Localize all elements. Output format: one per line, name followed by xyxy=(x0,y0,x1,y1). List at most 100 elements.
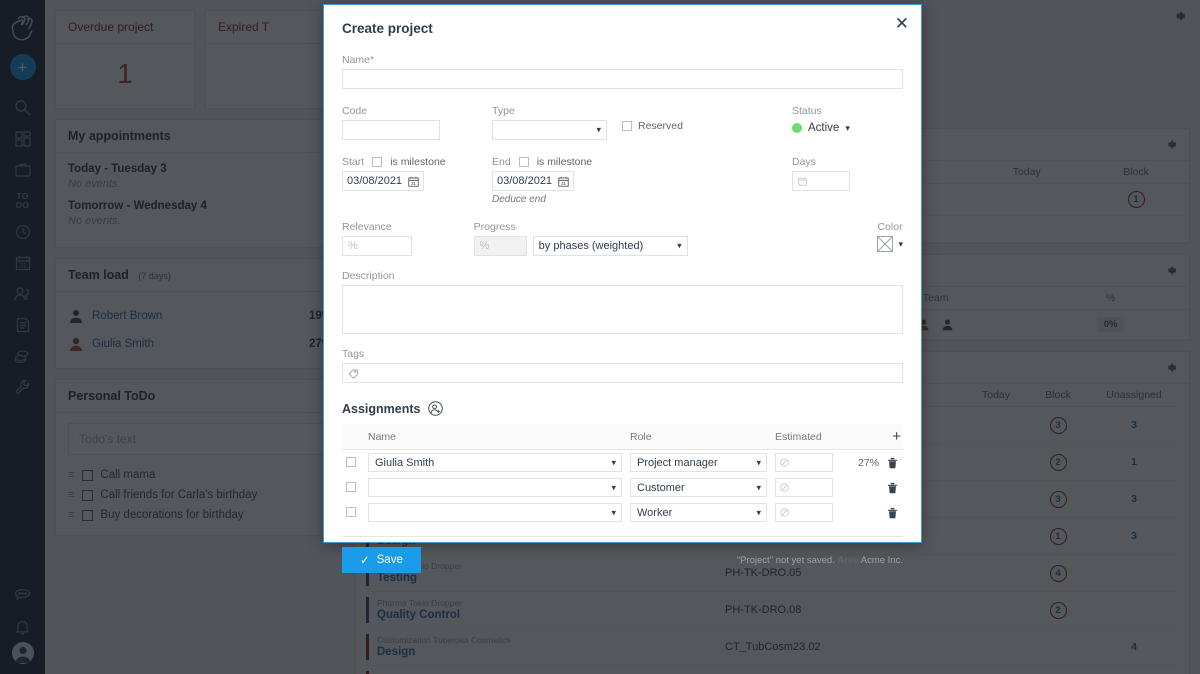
assignment-role-select[interactable]: Customer ▾ xyxy=(630,478,767,497)
assignment-role-cell: Project manager ▾ xyxy=(626,450,771,476)
type-label: Type xyxy=(492,105,607,117)
assignment-role-select[interactable]: Worker ▾ xyxy=(630,503,767,522)
assignment-name-cell: ▾ xyxy=(364,475,626,500)
assignment-role-value: Project manager xyxy=(637,457,718,469)
progress-field-group: Progress % by phases (weighted) ▾ xyxy=(474,221,878,256)
add-assignment-row-button[interactable]: + xyxy=(883,424,903,450)
close-icon[interactable]: ✕ xyxy=(895,15,909,32)
area-value: Acme Inc. xyxy=(861,555,903,566)
relevance-field-group: Relevance % xyxy=(342,221,474,256)
create-project-dialog: Create project ✕ Name* Code Type ▾ Reser… xyxy=(323,4,922,543)
add-person-icon[interactable] xyxy=(428,401,443,416)
color-select[interactable]: ▾ xyxy=(877,236,903,252)
assignment-role-value: Customer xyxy=(637,482,685,494)
chevron-down-icon: ▾ xyxy=(756,507,761,518)
relevance-placeholder: % xyxy=(348,240,358,252)
assignment-select-cell xyxy=(342,475,364,500)
relevance-input[interactable]: % xyxy=(342,236,412,256)
assignments-title-text: Assignments xyxy=(342,402,421,416)
reserved-label: Reserved xyxy=(638,120,683,132)
trash-icon[interactable] xyxy=(887,457,899,469)
save-button[interactable]: ✓ Save xyxy=(342,547,421,573)
name-field-group: Name* xyxy=(342,54,903,89)
assignment-pct xyxy=(839,475,883,500)
assignment-estimated-input[interactable] xyxy=(775,503,833,522)
assignment-checkbox[interactable] xyxy=(346,457,356,467)
assignments-title: Assignments xyxy=(342,401,903,416)
reserved-checkbox[interactable] xyxy=(622,121,632,131)
assignment-role-cell: Customer ▾ xyxy=(626,475,771,500)
start-milestone-checkbox[interactable] xyxy=(372,157,382,167)
reserved-field-group[interactable]: Reserved xyxy=(607,105,792,132)
trash-icon[interactable] xyxy=(887,482,899,494)
assignments-table: Name Role Estimated + Giulia Smith ▾ xyxy=(342,424,903,525)
name-input[interactable] xyxy=(342,69,903,89)
svg-text:31: 31 xyxy=(411,181,416,186)
assignment-estimated-input[interactable] xyxy=(775,478,833,497)
tag-icon xyxy=(348,368,359,379)
start-milestone-label: is milestone xyxy=(390,156,445,168)
assignment-role-select[interactable]: Project manager ▾ xyxy=(630,453,767,472)
assignment-pct: 27% xyxy=(839,450,883,476)
trash-icon[interactable] xyxy=(887,507,899,519)
end-date-input[interactable]: 03/08/2021 31 xyxy=(492,171,574,191)
calendar-icon[interactable]: 31 xyxy=(558,176,569,187)
chevron-down-icon[interactable]: ▾ xyxy=(898,239,903,250)
col-estimated: Estimated xyxy=(771,424,839,450)
start-label: Start xyxy=(342,156,364,168)
name-label: Name* xyxy=(342,54,903,66)
assignment-estimated-cell xyxy=(771,450,839,476)
days-input[interactable] xyxy=(792,171,850,191)
chevron-down-icon[interactable]: ▾ xyxy=(845,123,850,134)
status-select[interactable]: Active ▾ xyxy=(792,120,903,134)
type-select[interactable]: ▾ xyxy=(492,120,607,140)
description-field-group: Description xyxy=(342,270,903,334)
tags-field-group: Tags xyxy=(342,348,903,383)
no-estimate-icon xyxy=(780,458,789,467)
assignment-row[interactable]: ▾ Worker ▾ xyxy=(342,500,903,525)
code-type-status-row: Code Type ▾ Reserved Status Active ▾ xyxy=(342,105,903,140)
type-field-group: Type ▾ xyxy=(492,105,607,140)
end-milestone-checkbox[interactable] xyxy=(519,157,529,167)
relevance-progress-color-row: Relevance % Progress % by phases (weight… xyxy=(342,221,903,256)
assignment-checkbox[interactable] xyxy=(346,507,356,517)
assignment-delete-cell xyxy=(883,475,903,500)
assignment-checkbox[interactable] xyxy=(346,482,356,492)
days-label: Days xyxy=(792,156,903,168)
chevron-down-icon: ▾ xyxy=(611,457,616,468)
no-estimate-icon xyxy=(780,483,789,492)
assignment-name-value: Giulia Smith xyxy=(375,457,434,469)
tags-label: Tags xyxy=(342,348,903,360)
assignment-estimated-cell xyxy=(771,500,839,525)
calendar-icon[interactable]: 31 xyxy=(408,176,419,187)
code-field-group: Code xyxy=(342,105,492,140)
description-textarea[interactable] xyxy=(342,285,903,334)
assignment-row[interactable]: Giulia Smith ▾ Project manager ▾ xyxy=(342,450,903,476)
not-saved-note: "Project" not yet saved. xyxy=(737,555,835,566)
chevron-down-icon: ▾ xyxy=(756,482,761,493)
progress-mode-select[interactable]: by phases (weighted) ▾ xyxy=(533,236,688,256)
assignment-name-select[interactable]: ▾ xyxy=(368,478,622,497)
assignment-role-cell: Worker ▾ xyxy=(626,500,771,525)
assignment-estimated-input[interactable] xyxy=(775,453,833,472)
tags-input[interactable] xyxy=(342,363,903,383)
assignment-name-cell: Giulia Smith ▾ xyxy=(364,450,626,476)
assignments-header-row: Name Role Estimated + xyxy=(342,424,903,450)
status-dot-icon xyxy=(792,123,802,133)
dates-row: Start is milestone 03/08/2021 31 End is … xyxy=(342,156,903,205)
status-field-group: Status Active ▾ xyxy=(792,105,903,134)
progress-input[interactable]: % xyxy=(474,236,527,256)
assignment-name-select[interactable]: ▾ xyxy=(368,503,622,522)
assignment-row[interactable]: ▾ Customer ▾ xyxy=(342,475,903,500)
col-role: Role xyxy=(626,424,771,450)
empty-color-swatch-icon[interactable] xyxy=(877,236,893,252)
code-input[interactable] xyxy=(342,120,440,140)
start-date-input[interactable]: 03/08/2021 31 xyxy=(342,171,424,191)
assignment-name-select[interactable]: Giulia Smith ▾ xyxy=(368,453,622,472)
dialog-title: Create project xyxy=(342,21,903,36)
deduce-end-link[interactable]: Deduce end xyxy=(492,194,792,205)
assignment-estimated-cell xyxy=(771,475,839,500)
end-field-group: End is milestone 03/08/2021 31 Deduce en… xyxy=(492,156,792,205)
description-label: Description xyxy=(342,270,903,282)
code-label: Code xyxy=(342,105,492,117)
